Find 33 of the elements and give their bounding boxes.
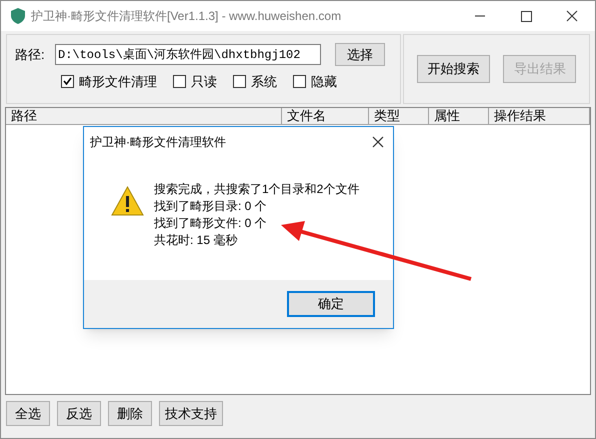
column-header[interactable]: 操作结果: [489, 108, 590, 124]
checkbox[interactable]: [61, 75, 74, 88]
checkbox-label: 畸形文件清理: [79, 73, 157, 91]
close-icon[interactable]: [371, 135, 385, 149]
toolbar-button[interactable]: 反选: [57, 401, 101, 426]
checkbox-label: 隐藏: [311, 73, 337, 91]
checkbox[interactable]: [293, 75, 306, 88]
dialog-title: 护卫神·畸形文件清理软件: [90, 134, 226, 151]
toolbar-button[interactable]: 全选: [6, 401, 50, 426]
message-text: 共花时: 15 毫秒: [154, 232, 238, 249]
toolbar-button[interactable]: 删除: [108, 401, 152, 426]
checkbox[interactable]: [173, 75, 186, 88]
column-header[interactable]: 类型: [369, 108, 429, 124]
window-title: 护卫神·畸形文件清理软件[Ver1.1.3] - www.huweishen.com: [31, 8, 342, 25]
check-icon: [63, 77, 72, 86]
select-button[interactable]: 选择: [335, 43, 385, 66]
checkbox-label: 只读: [191, 73, 217, 91]
message-text: 搜索完成，共搜索了1个目录和2个文件: [154, 181, 360, 198]
checkbox-label: 系统: [251, 73, 277, 91]
toolbar-button[interactable]: 技术支持: [159, 401, 223, 426]
column-header[interactable]: 路径: [6, 108, 282, 124]
arrow-icon: [279, 219, 473, 283]
shield-icon: [11, 8, 25, 24]
checkbox[interactable]: [233, 75, 246, 88]
ok-button[interactable]: 确定: [287, 291, 375, 317]
path-field[interactable]: D:\tools\桌面\河东软件园\dhxtbhgj102: [55, 44, 321, 65]
column-header[interactable]: 文件名: [282, 108, 369, 124]
action-button[interactable]: 开始搜索: [416, 55, 490, 83]
path-label: 路径:: [15, 46, 46, 64]
warning-icon: [111, 186, 144, 216]
message-text: 找到了畸形目录: 0 个: [154, 198, 268, 215]
column-header[interactable]: 属性: [429, 108, 489, 124]
message-text: 找到了畸形文件: 0 个: [154, 215, 268, 232]
